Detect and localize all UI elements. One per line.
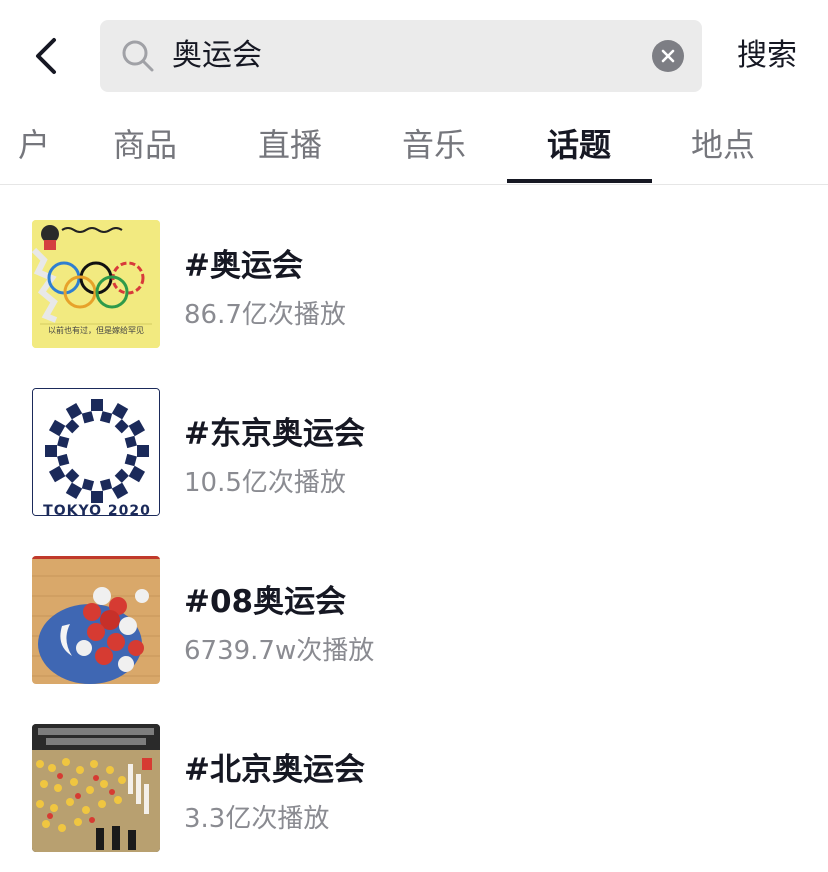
topic-play-count: 3.3亿次播放 bbox=[184, 804, 330, 834]
topic-item[interactable]: #08奥运会 6739.7w次播放 bbox=[0, 556, 828, 686]
tab-users[interactable]: 户 bbox=[0, 112, 50, 184]
topic-title: #东京奥运会 bbox=[184, 416, 365, 452]
olympic-rings-thumbnail: 以前也有过，但是嫁给罕见 bbox=[32, 220, 160, 348]
topic-play-count: 6739.7w次播放 bbox=[184, 636, 375, 666]
topic-item[interactable]: 以前也有过，但是嫁给罕见 #奥运会 86.7亿次播放 bbox=[0, 220, 828, 350]
topic-title: #奥运会 bbox=[184, 248, 303, 284]
search-header: 搜索 bbox=[0, 0, 828, 112]
active-tab-indicator bbox=[507, 179, 652, 183]
back-button[interactable] bbox=[22, 30, 70, 82]
topic-title: #08奥运会 bbox=[184, 584, 347, 620]
topic-title: #北京奥运会 bbox=[184, 752, 365, 788]
category-tabs: 户 商品 直播 音乐 话题 地点 bbox=[0, 112, 828, 185]
topic-item[interactable]: TOKYO 2020 #东京奥运会 10.5亿次播放 bbox=[0, 388, 828, 518]
search-submit-button[interactable]: 搜索 bbox=[722, 30, 812, 82]
tab-live[interactable]: 直播 bbox=[245, 112, 335, 184]
close-icon bbox=[661, 49, 675, 63]
topic-item[interactable]: #北京奥运会 3.3亿次播放 bbox=[0, 724, 828, 854]
thumbnail-caption: 以前也有过，但是嫁给罕见 bbox=[48, 325, 144, 335]
tokyo-2020-emblem-thumbnail: TOKYO 2020 bbox=[32, 388, 160, 516]
tab-music[interactable]: 音乐 bbox=[389, 112, 479, 184]
tab-places[interactable]: 地点 bbox=[678, 112, 768, 184]
search-input[interactable] bbox=[172, 20, 632, 92]
opening-ceremony-thumbnail bbox=[32, 724, 160, 852]
tab-topics[interactable]: 话题 bbox=[534, 112, 624, 184]
basketball-team-thumbnail bbox=[32, 556, 160, 684]
search-box[interactable] bbox=[100, 20, 702, 92]
topic-play-count: 10.5亿次播放 bbox=[184, 468, 346, 498]
chevron-left-icon bbox=[36, 38, 56, 74]
topic-play-count: 86.7亿次播放 bbox=[184, 300, 346, 330]
clear-button[interactable] bbox=[652, 40, 684, 72]
thumbnail-caption: TOKYO 2020 bbox=[43, 503, 151, 516]
tab-products[interactable]: 商品 bbox=[100, 112, 190, 184]
search-icon bbox=[122, 40, 154, 72]
